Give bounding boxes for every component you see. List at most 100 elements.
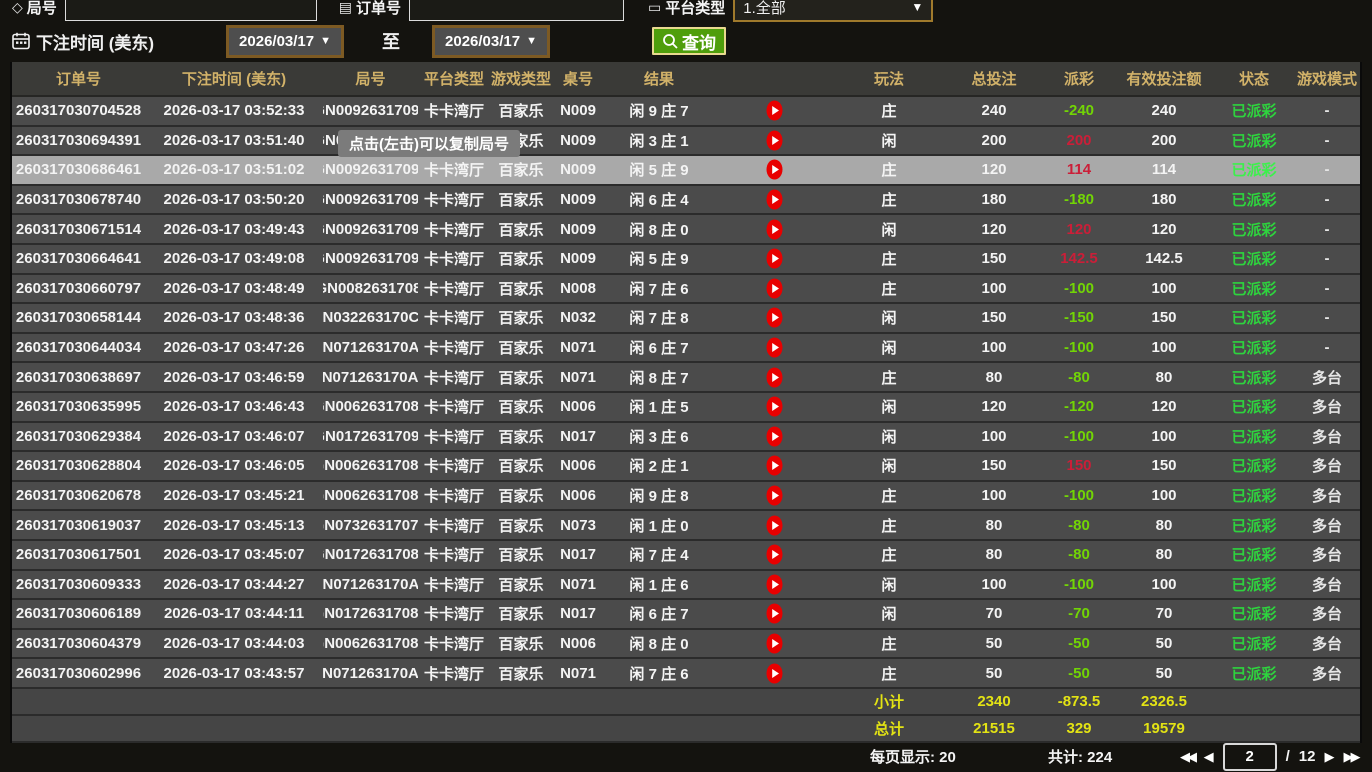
header-order-id: 订单号 [12,62,145,95]
replay-video-icon[interactable] [766,603,783,624]
card-icon: ▭ [648,0,661,16]
play-type-cell: 闲 [834,571,944,599]
replay-video-icon[interactable] [766,515,783,536]
replay-video-icon[interactable] [766,130,783,151]
round-id-cell[interactable]: GN071263170AN [323,334,418,362]
round-id-cell[interactable]: GN071263170AG [323,659,418,687]
valid-bet-cell: 114 [1114,156,1214,184]
replay-video-icon[interactable] [766,426,783,447]
round-id-cell[interactable]: GN00926317094 [323,245,418,273]
replay-video-icon[interactable] [766,544,783,565]
round-id-cell[interactable]: GN071263170AH [323,571,418,599]
replay-video-icon[interactable] [766,367,783,388]
table-row[interactable]: 260317030635995 2026-03-17 03:46:43 GN00… [12,393,1360,423]
table-row[interactable]: 260317030704528 2026-03-17 03:52:33 GN00… [12,97,1360,127]
valid-bet-cell: 80 [1114,541,1214,569]
table-row[interactable]: 260317030678740 2026-03-17 03:50:20 GN00… [12,186,1360,216]
platform-type-select[interactable]: 1.全部 ▼ [733,0,933,22]
play-type-cell: 庄 [834,511,944,539]
game-mode-cell: - [1294,186,1360,214]
valid-bet-cell: 150 [1114,452,1214,480]
round-id-cell[interactable]: GN00926317099 [323,97,418,125]
replay-video-icon[interactable] [766,248,783,269]
replay-cell [714,304,834,332]
valid-bet-cell: 200 [1114,127,1214,155]
round-id-cell[interactable]: GN0062631708X [323,482,418,510]
table-row[interactable]: 260317030619037 2026-03-17 03:45:13 GN07… [12,511,1360,541]
replay-video-icon[interactable] [766,219,783,240]
date-from-picker[interactable]: 2026/03/17 ▼ [226,25,344,58]
table-row[interactable]: 260317030638697 2026-03-17 03:46:59 GN07… [12,363,1360,393]
replay-video-icon[interactable] [766,278,783,299]
table-number-cell: N009 [552,245,604,273]
replay-video-icon[interactable] [766,307,783,328]
table-number-cell: N009 [552,215,604,243]
replay-video-icon[interactable] [766,159,783,180]
replay-video-icon[interactable] [766,574,783,595]
round-id-cell[interactable]: GN032263170CH [323,304,418,332]
table-row[interactable]: 260317030617501 2026-03-17 03:45:07 GN01… [12,541,1360,571]
next-page-button[interactable]: ▶ [1324,749,1334,765]
table-row[interactable]: 260317030658144 2026-03-17 03:48:36 GN03… [12,304,1360,334]
replay-video-icon[interactable] [766,337,783,358]
date-to-picker[interactable]: 2026/03/17 ▼ [432,25,550,58]
payout-cell: -80 [1044,541,1114,569]
round-id-cell[interactable]: GN0732631707E [323,511,418,539]
platform-type-cell: 卡卡湾厅 [418,334,490,362]
header-platform-type: 平台类型 [418,62,490,95]
round-id-cell[interactable]: GN0062631708Y [323,452,418,480]
table-row[interactable]: 260317030606189 2026-03-17 03:44:11 GN01… [12,600,1360,630]
replay-cell [714,275,834,303]
round-id-cell[interactable]: GN00926317095 [323,215,418,243]
result-cell: 闲 8 庄 0 [604,215,714,243]
result-cell: 闲 2 庄 1 [604,452,714,480]
round-id-cell[interactable]: GN01726317091 [323,423,418,451]
table-row[interactable]: 260317030609333 2026-03-17 03:44:27 GN07… [12,571,1360,601]
table-number-cell: N009 [552,97,604,125]
payout-cell: -100 [1044,482,1114,510]
round-id-cell[interactable]: GN071263170AM [323,363,418,391]
replay-video-icon[interactable] [766,189,783,210]
table-row[interactable]: 260317030686461 2026-03-17 03:51:02 GN00… [12,156,1360,186]
table-row[interactable]: 260317030660797 2026-03-17 03:48:49 GN00… [12,275,1360,305]
table-row[interactable]: 260317030604379 2026-03-17 03:44:03 GN00… [12,630,1360,660]
header-status: 状态 [1214,62,1294,95]
status-badge: 已派彩 [1214,630,1294,658]
platform-type-cell: 卡卡湾厅 [418,659,490,687]
order-number-input[interactable] [409,0,624,21]
previous-page-button[interactable]: ◀ [1204,749,1214,765]
result-cell: 闲 7 庄 6 [604,659,714,687]
platform-type-cell: 卡卡湾厅 [418,275,490,303]
round-id-cell[interactable]: GN0172631708Y [323,600,418,628]
table-row[interactable]: 260317030694391 2026-03-17 03:51:40 GN00… [12,127,1360,157]
round-id-cell[interactable]: GN0172631708Z [323,541,418,569]
replay-video-icon[interactable] [766,396,783,417]
replay-video-icon[interactable] [766,633,783,654]
table-row[interactable]: 260317030644034 2026-03-17 03:47:26 GN07… [12,334,1360,364]
replay-video-icon[interactable] [766,663,783,684]
game-mode-cell: 多台 [1294,541,1360,569]
replay-video-icon[interactable] [766,455,783,476]
last-page-button[interactable]: ▶▶ [1343,749,1358,765]
round-id-cell[interactable]: GN00926317096 [323,186,418,214]
total-bet-cell: 100 [944,334,1044,362]
page-number-input[interactable] [1223,743,1277,771]
round-id-cell[interactable]: GN0062631708V [323,630,418,658]
table-row[interactable]: 260317030628804 2026-03-17 03:46:05 GN00… [12,452,1360,482]
table-row[interactable]: 260317030602996 2026-03-17 03:43:57 GN07… [12,659,1360,689]
table-row[interactable]: 260317030664641 2026-03-17 03:49:08 GN00… [12,245,1360,275]
table-row[interactable]: 260317030671514 2026-03-17 03:49:43 GN00… [12,215,1360,245]
game-mode-cell: - [1294,97,1360,125]
round-id-cell[interactable]: GN0082631708I [323,275,418,303]
replay-video-icon[interactable] [766,485,783,506]
round-id-cell[interactable]: GN0062631708Z [323,393,418,421]
platform-type-cell: 卡卡湾厅 [418,452,490,480]
to-label: 至 [382,28,400,54]
replay-video-icon[interactable] [766,100,783,121]
table-row[interactable]: 260317030629384 2026-03-17 03:46:07 GN01… [12,423,1360,453]
table-row[interactable]: 260317030620678 2026-03-17 03:45:21 GN00… [12,482,1360,512]
round-id-cell[interactable]: GN00926317097 [323,156,418,184]
first-page-button[interactable]: ◀◀ [1180,749,1195,765]
round-number-input[interactable] [65,0,317,21]
search-button[interactable]: 查询 [652,27,726,55]
